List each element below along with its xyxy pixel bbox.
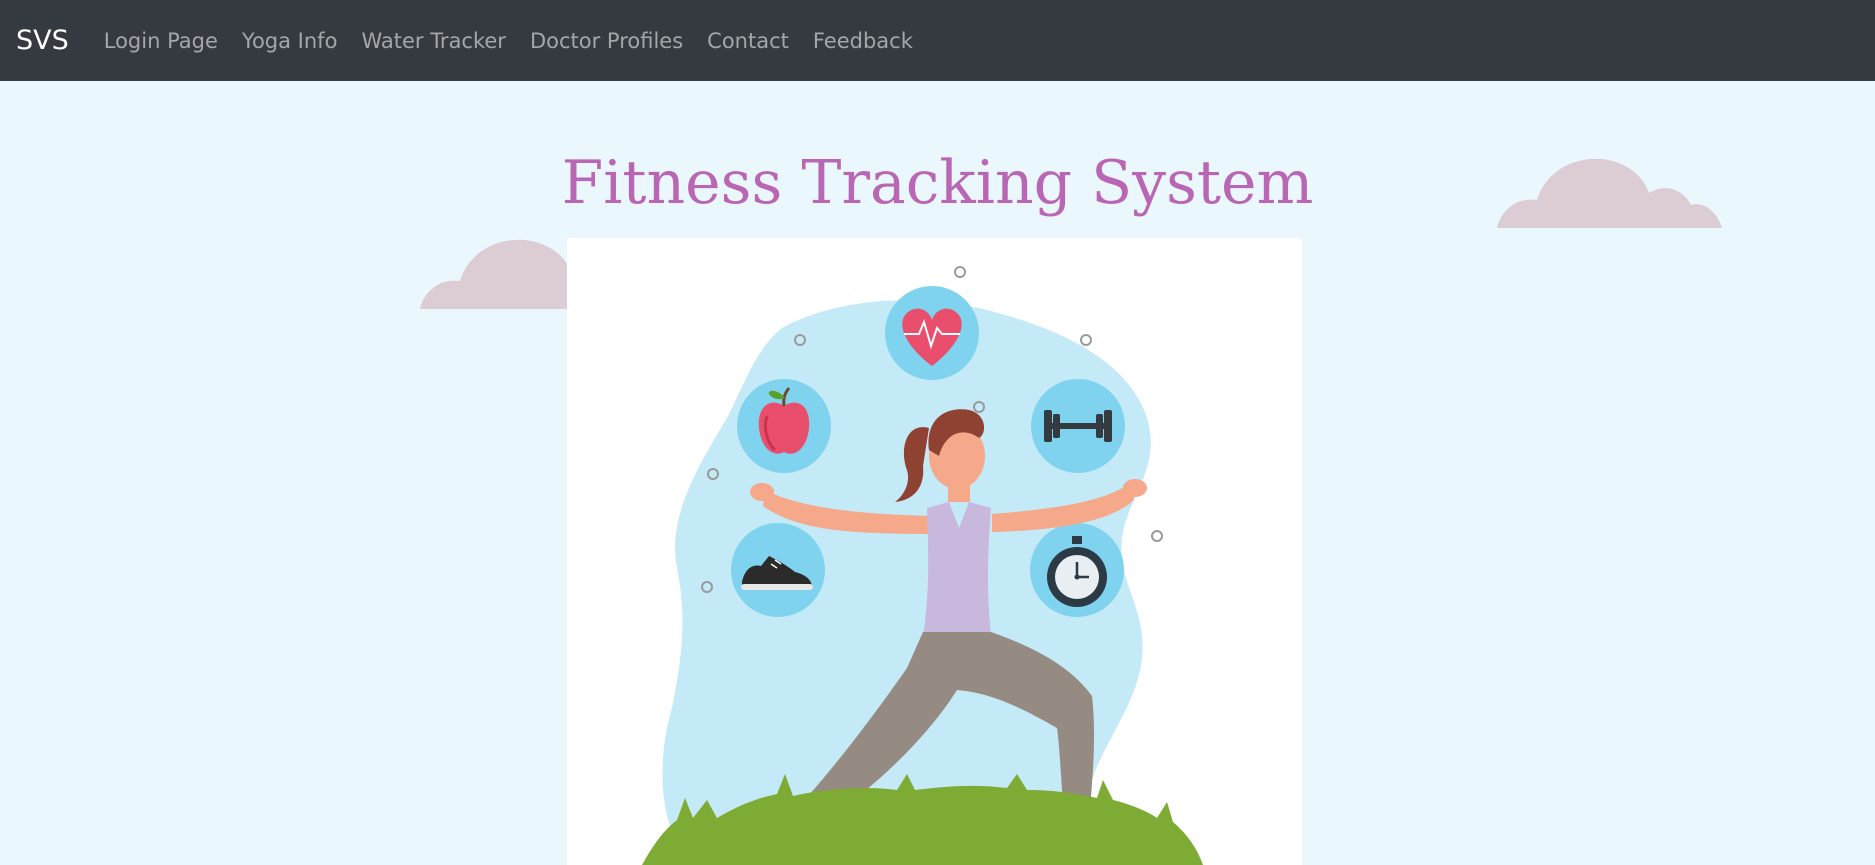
nav-link-doctor-profiles[interactable]: Doctor Profiles (518, 29, 695, 53)
nav-links: Login Page Yoga Info Water Tracker Docto… (92, 29, 925, 53)
sneaker-icon (731, 523, 825, 617)
navbar: SVS Login Page Yoga Info Water Tracker D… (0, 0, 1875, 81)
nav-link-yoga-info[interactable]: Yoga Info (230, 29, 350, 53)
fitness-illustration (567, 238, 1302, 865)
nav-link-water-tracker[interactable]: Water Tracker (349, 29, 518, 53)
sparkle-circle (1151, 530, 1163, 542)
cloud-right-decoration (1497, 158, 1722, 228)
fitness-illustration-art (642, 266, 1203, 865)
sparkle-circle (954, 266, 966, 278)
apple-icon (737, 379, 831, 473)
brand-link[interactable]: SVS (16, 25, 69, 56)
nav-link-login-page[interactable]: Login Page (92, 29, 230, 53)
dumbbell-icon (1031, 379, 1125, 473)
nav-link-feedback[interactable]: Feedback (801, 29, 925, 53)
heart-rate-icon (885, 286, 979, 380)
sparkle-circle (1080, 334, 1092, 346)
nav-link-contact[interactable]: Contact (695, 29, 801, 53)
stopwatch-icon (1030, 523, 1124, 617)
